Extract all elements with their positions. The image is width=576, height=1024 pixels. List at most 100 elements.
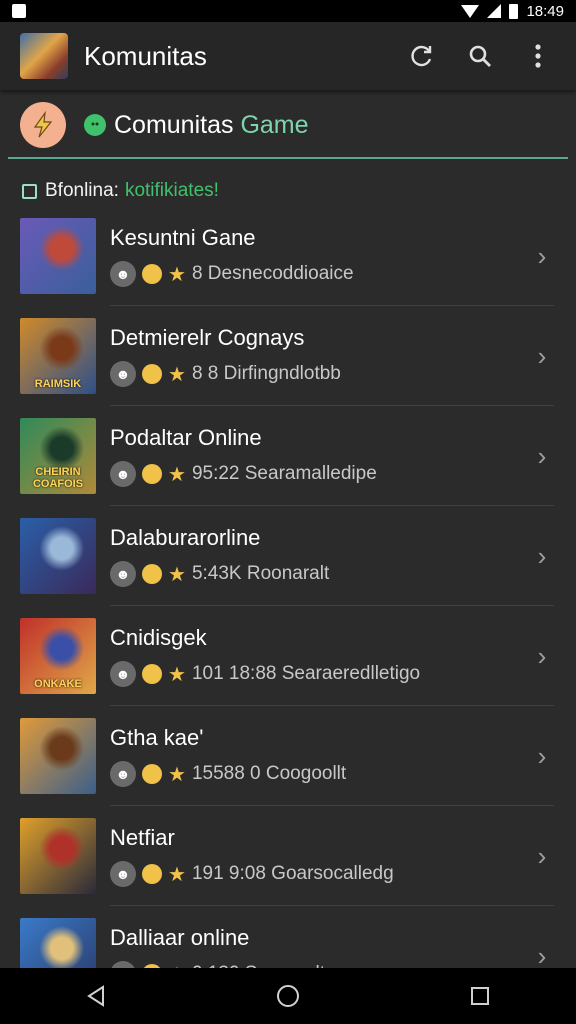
game-thumbnail bbox=[20, 718, 96, 794]
game-meta: ☻ ★ 8 8 Dirfingndlotbb bbox=[110, 361, 522, 387]
smiley-icon bbox=[142, 264, 162, 284]
chevron-right-icon: › bbox=[537, 640, 547, 671]
star-icon: ★ bbox=[168, 763, 186, 786]
player-icon: ☻ bbox=[110, 261, 136, 287]
game-meta: ☻ ★ 5:43K Roonaralt bbox=[110, 561, 522, 587]
game-name: Dalaburarorline bbox=[110, 525, 261, 550]
game-thumbnail: RAIMSIK bbox=[20, 318, 96, 394]
refresh-button[interactable] bbox=[404, 38, 440, 74]
game-list: Kesuntni Gane ☻ ★ 8 Desnecoddioaice › RA… bbox=[0, 206, 576, 1006]
chevron-right-icon: › bbox=[537, 540, 547, 571]
thumbnail-tag: CHEIRIN COAFOIS bbox=[32, 466, 84, 490]
recents-button[interactable] bbox=[460, 976, 500, 1016]
navigation-bar bbox=[0, 968, 576, 1024]
wifi-icon bbox=[461, 4, 480, 18]
game-list-item[interactable]: CHEIRIN COAFOIS Podaltar Online ☻ ★ 95:2… bbox=[0, 406, 576, 506]
smiley-icon bbox=[142, 464, 162, 484]
game-list-item[interactable]: ONKAKE Cnidisgek ☻ ★ 101 18:88 Searaered… bbox=[0, 606, 576, 706]
game-list-item[interactable]: Dalaburarorline ☻ ★ 5:43K Roonaralt › bbox=[0, 506, 576, 606]
thumbnail-tag: ONKAKE bbox=[34, 678, 82, 690]
checkbox-icon bbox=[22, 183, 37, 199]
star-icon: ★ bbox=[168, 663, 186, 686]
home-icon bbox=[277, 985, 299, 1007]
player-icon: ☻ bbox=[110, 861, 136, 887]
app-bar: Komunitas bbox=[0, 22, 576, 90]
chevron-right-icon: › bbox=[537, 940, 547, 971]
app-logo bbox=[20, 33, 68, 79]
community-header[interactable]: Comunitas Game bbox=[0, 92, 576, 158]
signal-icon bbox=[487, 4, 502, 18]
game-name: Cnidisgek bbox=[110, 625, 207, 650]
chevron-right-icon: › bbox=[537, 240, 547, 271]
status-bar: 18:49 bbox=[0, 0, 576, 22]
game-list-item[interactable]: Gtha kae' ☻ ★ 15588 0 Coogoollt › bbox=[0, 706, 576, 806]
game-list-item[interactable]: Kesuntni Gane ☻ ★ 8 Desnecoddioaice › bbox=[0, 206, 576, 306]
online-status-icon bbox=[84, 114, 106, 136]
community-title: Comunitas Game bbox=[114, 111, 309, 140]
online-label: Bfonlina: bbox=[45, 180, 119, 201]
player-icon: ☻ bbox=[110, 361, 136, 387]
notification-icon bbox=[12, 4, 26, 18]
home-button[interactable] bbox=[268, 976, 308, 1016]
smiley-icon bbox=[142, 764, 162, 784]
chevron-right-icon: › bbox=[537, 740, 547, 771]
game-thumbnail: ONKAKE bbox=[20, 618, 96, 694]
star-icon: ★ bbox=[168, 263, 186, 286]
smiley-icon bbox=[142, 664, 162, 684]
chevron-right-icon: › bbox=[537, 340, 547, 371]
game-meta: ☻ ★ 191 9:08 Goarsocalledg bbox=[110, 861, 522, 887]
community-title-accent: Game bbox=[240, 110, 309, 139]
search-icon bbox=[469, 45, 491, 67]
game-meta-text: 5:43K Roonaralt bbox=[191, 563, 330, 584]
game-meta: ☻ ★ 95:22 Searamalledipe bbox=[110, 461, 522, 487]
star-icon: ★ bbox=[168, 563, 186, 586]
refresh-icon bbox=[411, 45, 432, 67]
community-avatar bbox=[20, 102, 66, 148]
back-button[interactable] bbox=[76, 976, 116, 1016]
star-icon: ★ bbox=[168, 363, 186, 386]
community-title-main: Comunitas bbox=[114, 110, 234, 139]
more-options-button[interactable] bbox=[520, 38, 556, 74]
header-divider bbox=[8, 157, 568, 159]
game-meta: ☻ ★ 15588 0 Coogoollt bbox=[110, 761, 522, 787]
game-name: Detmierelr Cognays bbox=[110, 325, 305, 350]
game-thumbnail: CHEIRIN COAFOIS bbox=[20, 418, 96, 494]
game-meta-text: 191 9:08 Goarsocalledg bbox=[191, 863, 394, 884]
player-icon: ☻ bbox=[110, 761, 136, 787]
smiley-icon bbox=[142, 564, 162, 584]
game-thumbnail bbox=[20, 218, 96, 294]
chevron-right-icon: › bbox=[537, 840, 547, 871]
status-time: 18:49 bbox=[526, 2, 564, 20]
game-name: Kesuntni Gane bbox=[110, 225, 256, 250]
online-value: kotifikiates! bbox=[124, 180, 219, 201]
thumbnail-tag: RAIMSIK bbox=[34, 378, 82, 390]
game-meta: ☻ ★ 8 Desnecoddioaice bbox=[110, 261, 522, 287]
game-name: Netfiar bbox=[110, 825, 175, 850]
game-name: Podaltar Online bbox=[110, 425, 262, 450]
lightning-icon bbox=[33, 111, 53, 138]
game-list-item[interactable]: RAIMSIK Detmierelr Cognays ☻ ★ 8 8 Dirfi… bbox=[0, 306, 576, 406]
player-icon: ☻ bbox=[110, 561, 136, 587]
smiley-icon bbox=[142, 864, 162, 884]
star-icon: ★ bbox=[168, 463, 186, 486]
battery-icon bbox=[509, 3, 519, 19]
game-meta-text: 95:22 Searamalledipe bbox=[191, 463, 377, 484]
game-thumbnail bbox=[20, 818, 96, 894]
player-icon: ☻ bbox=[110, 461, 136, 487]
back-icon bbox=[87, 985, 104, 1007]
game-meta: ☻ ★ 101 18:88 Searaeredlletigo bbox=[110, 661, 522, 687]
game-meta-text: 8 8 Dirfingndlotbb bbox=[191, 363, 341, 384]
player-icon: ☻ bbox=[110, 661, 136, 687]
online-status-row: Bfonlina: kotifikiates! bbox=[22, 178, 219, 204]
game-name: Dalliaar online bbox=[110, 925, 250, 950]
chevron-right-icon: › bbox=[537, 440, 547, 471]
game-name: Gtha kae' bbox=[110, 725, 204, 750]
search-button[interactable] bbox=[462, 38, 498, 74]
app-title: Komunitas bbox=[84, 40, 207, 71]
game-meta-text: 101 18:88 Searaeredlletigo bbox=[191, 663, 421, 684]
star-icon: ★ bbox=[168, 863, 186, 886]
game-meta-text: 8 Desnecoddioaice bbox=[191, 263, 354, 284]
more-vert-icon bbox=[535, 44, 541, 68]
game-list-item[interactable]: Netfiar ☻ ★ 191 9:08 Goarsocalledg › bbox=[0, 806, 576, 906]
smiley-icon bbox=[142, 364, 162, 384]
